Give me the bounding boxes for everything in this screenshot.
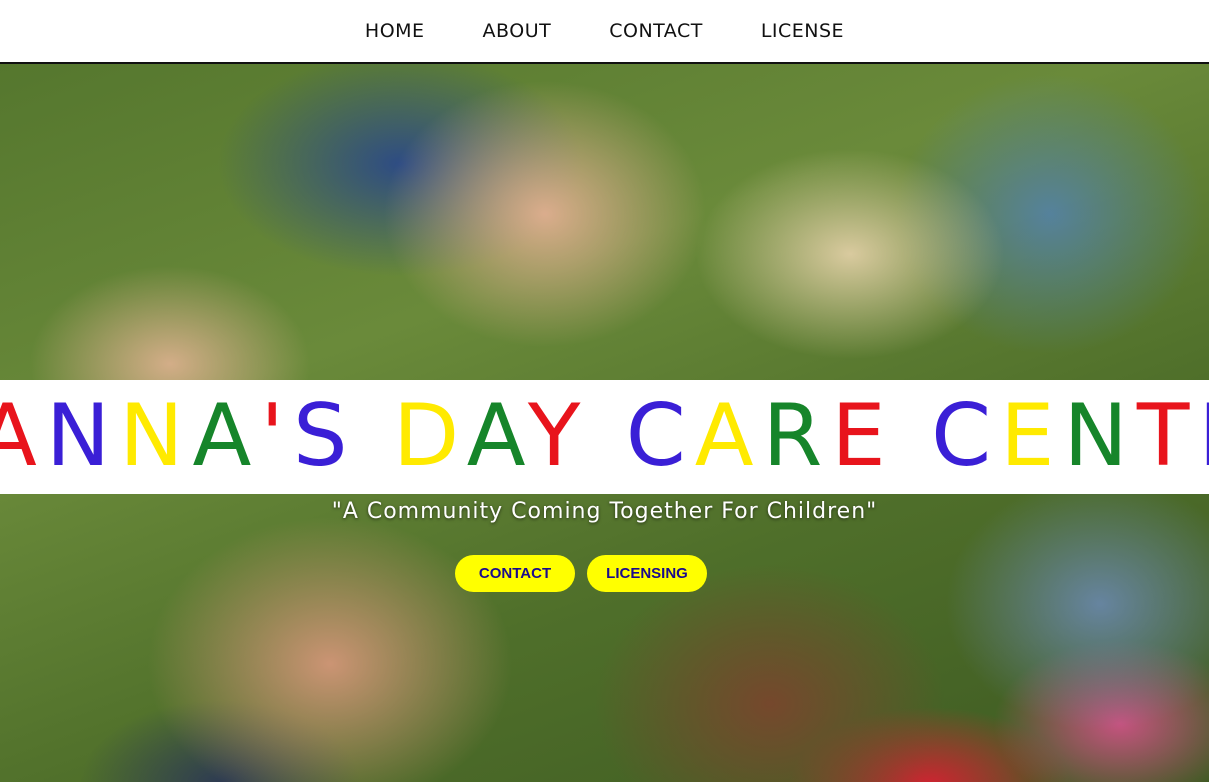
hero-title-letter: E (831, 386, 895, 486)
hero-title-letter: E (1000, 386, 1064, 486)
nav-home-link[interactable]: HOME (365, 20, 425, 42)
nav-about-link[interactable]: ABOUT (483, 20, 552, 42)
hero-title-letter (589, 386, 625, 486)
hero-button-row: CONTACT LICENSING (455, 555, 707, 592)
hero-title-band: ANNA'S DAY CARE CENTER (0, 380, 1209, 494)
hero-title-letter: A (192, 386, 261, 486)
hero-title-letter: N (45, 386, 120, 486)
nav-license-link[interactable]: LICENSE (761, 20, 844, 42)
hero-title-letter: Y (527, 386, 590, 486)
hero-title-letter (895, 386, 931, 486)
hero-title-letter: E (1198, 386, 1209, 486)
contact-button[interactable]: CONTACT (455, 555, 575, 592)
hero-title-letter: A (0, 386, 46, 486)
hero-title-letter: A (466, 386, 528, 486)
hero-title-letter: D (392, 386, 467, 486)
hero-title-letter: ' (260, 386, 294, 486)
hero-title: ANNA'S DAY CARE CENTER (0, 388, 1209, 484)
hero-title-letter: T (1136, 386, 1199, 486)
hero-title-letter: A (694, 386, 763, 486)
nav-contact-link[interactable]: CONTACT (609, 20, 703, 42)
top-navbar: HOME ABOUT CONTACT LICENSE (0, 0, 1209, 64)
hero-title-letter: C (625, 386, 695, 486)
licensing-button[interactable]: LICENSING (587, 555, 707, 592)
hero-title-letter: N (1063, 386, 1137, 486)
hero-title-letter (357, 386, 393, 486)
hero-title-letter: N (119, 386, 193, 486)
hero-title-letter: R (762, 386, 832, 486)
hero-tagline: "A Community Coming Together For Childre… (331, 499, 878, 524)
hero-title-letter: S (293, 386, 357, 486)
hero-title-letter: C (931, 386, 1001, 486)
